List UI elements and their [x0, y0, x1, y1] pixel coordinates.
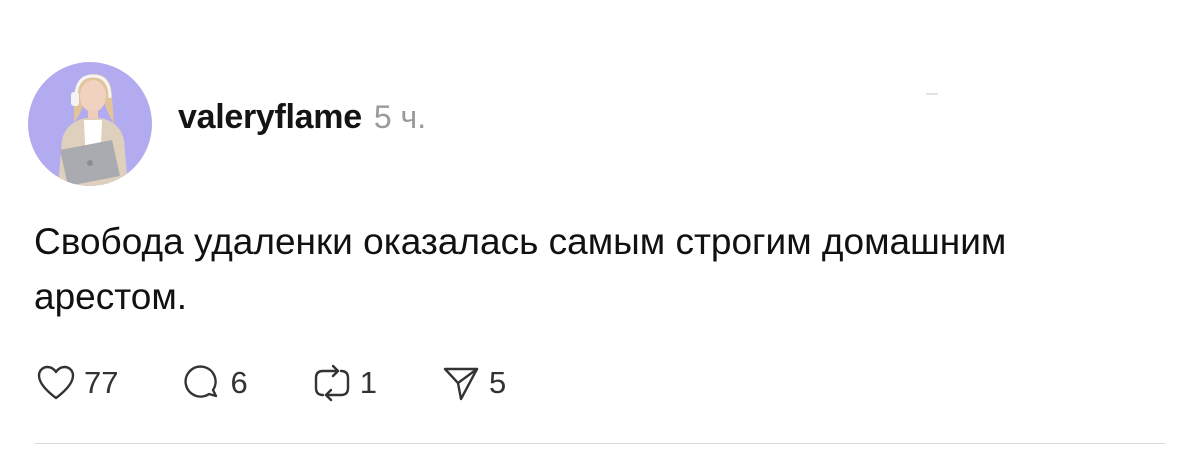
post-timestamp: 5 ч. [373, 99, 427, 135]
author-username[interactable]: valeryflame [178, 98, 362, 137]
repost-count: 1 [359, 365, 377, 400]
avatar-photo [58, 74, 128, 186]
post-text: Свобода удаленки оказалась самым строгим… [34, 221, 1007, 317]
post-header: valeryflame 5 ч. [178, 98, 426, 148]
share-button[interactable]: 5 [439, 361, 506, 405]
repost-icon [310, 361, 354, 405]
repost-button[interactable]: 1 [310, 361, 377, 405]
send-icon [439, 361, 483, 405]
share-count: 5 [488, 365, 507, 400]
comment-count: 6 [230, 365, 248, 400]
comment-button[interactable]: 6 [180, 361, 248, 405]
like-button[interactable]: 77 [34, 361, 118, 405]
action-bar: 77 6 1 5 [34, 360, 506, 406]
post-card: valeryflame 5 ч. Свобода удаленки оказал… [0, 0, 1200, 462]
more-options-icon[interactable] [926, 93, 938, 95]
divider [34, 443, 1166, 444]
avatar[interactable] [28, 62, 152, 186]
comment-icon [180, 361, 224, 405]
like-count: 77 [84, 365, 119, 400]
heart-icon [34, 361, 78, 405]
